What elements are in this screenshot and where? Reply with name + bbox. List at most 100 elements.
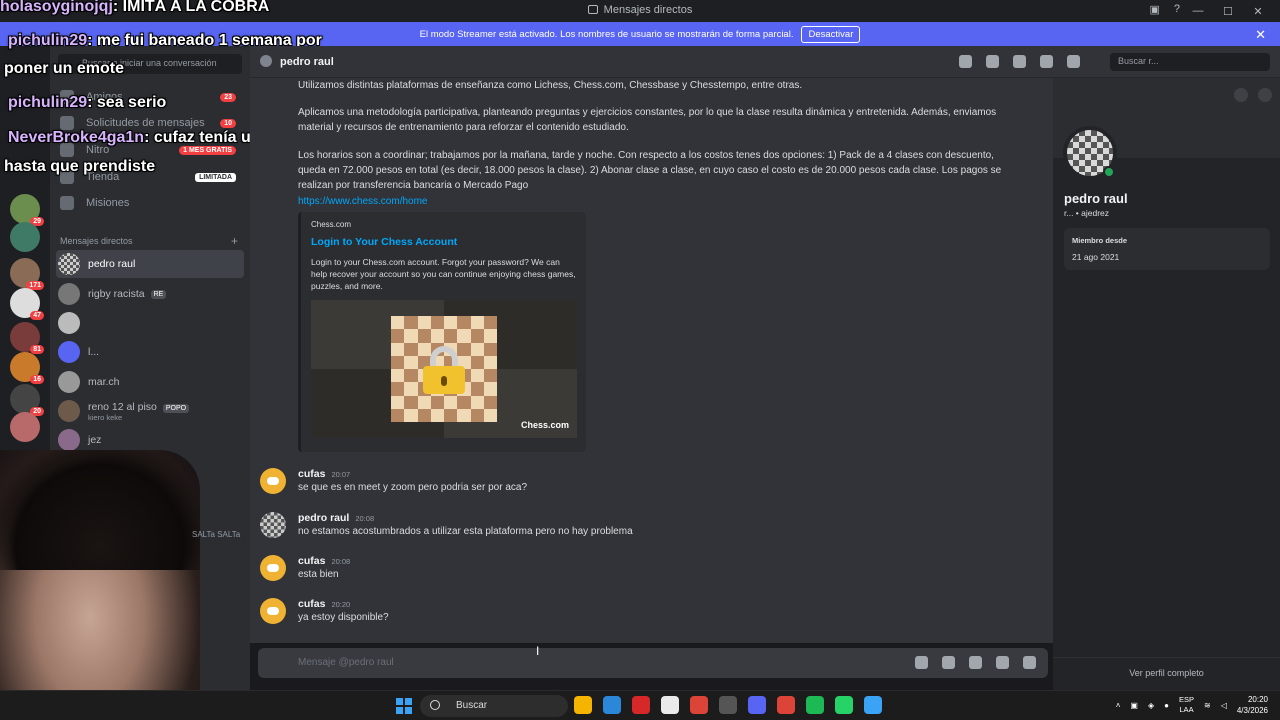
message-input-placeholder: Mensaje @pedro raul <box>298 657 394 668</box>
board-square <box>470 342 484 356</box>
avatar[interactable] <box>260 468 286 494</box>
stream-chat-line: holasoyginojqj: IMITÁ A LA COBRA <box>0 0 270 15</box>
wifi-icon[interactable]: ≋ <box>1204 701 1211 710</box>
close-icon[interactable]: ✕ <box>1255 27 1266 43</box>
tray-overflow-icon[interactable]: ˄ <box>1116 701 1121 710</box>
discord-icon[interactable] <box>748 696 766 714</box>
deactivate-button[interactable]: Desactivar <box>801 25 861 43</box>
copilot-icon[interactable] <box>603 696 621 714</box>
pin-icon[interactable] <box>1013 55 1026 68</box>
avatar <box>58 312 80 334</box>
avatar[interactable] <box>260 555 286 581</box>
dm-item[interactable] <box>56 309 244 337</box>
add-friends-icon[interactable] <box>1040 55 1053 68</box>
message-text: Aplicamos una metodología participativa,… <box>298 107 997 133</box>
message-link[interactable]: https://www.chess.com/home <box>298 196 428 207</box>
maximize-button[interactable]: ☐ <box>1216 2 1240 20</box>
tray-icon[interactable]: ◈ <box>1148 701 1154 710</box>
gif-icon[interactable] <box>942 656 955 669</box>
chat-search-input[interactable]: Buscar r... <box>1110 53 1270 71</box>
whatsapp-icon[interactable] <box>835 696 853 714</box>
add-dm-icon[interactable]: + <box>231 234 238 248</box>
gift-icon[interactable] <box>915 656 928 669</box>
notepad-icon[interactable] <box>864 696 882 714</box>
user-profile-icon[interactable] <box>1067 55 1080 68</box>
shop-tag: LIMITADA <box>195 172 236 182</box>
board-square <box>430 395 444 409</box>
app-icon[interactable] <box>632 696 650 714</box>
server-icon[interactable]: 20 <box>10 384 44 416</box>
embed-image[interactable]: Chess.com <box>311 300 577 438</box>
dm-item[interactable]: reno 12 al piso POPO kiero keke <box>56 397 244 425</box>
dm-item[interactable]: mar.ch <box>56 368 244 396</box>
spotify-icon[interactable] <box>806 696 824 714</box>
clock[interactable]: 20:20 4/3/2026 <box>1237 694 1268 716</box>
screen-share-icon[interactable]: ▣ <box>1149 3 1159 16</box>
store-icon[interactable] <box>661 696 679 714</box>
chrome-icon[interactable] <box>690 696 708 714</box>
message-text: Utilizamos distintas plataformas de ense… <box>298 80 803 91</box>
server-icon[interactable]: 16 <box>10 352 44 384</box>
server-icon[interactable]: 47 <box>10 288 44 320</box>
windows-start-icon[interactable] <box>396 698 412 714</box>
avatar <box>58 400 80 422</box>
chat-title: pedro raul <box>280 56 334 68</box>
board-square <box>444 395 458 409</box>
avatar <box>58 341 80 363</box>
sticker-icon[interactable] <box>969 656 982 669</box>
message-timestamp: 20:07 <box>331 470 351 479</box>
server-icon[interactable]: 171 <box>10 258 44 290</box>
message-text: ya estoy disponible? <box>298 612 389 623</box>
dm-item[interactable]: rigby racista RE <box>56 280 244 308</box>
close-window-button[interactable]: ✕ <box>1246 2 1270 20</box>
server-icon[interactable]: 29 <box>10 194 44 226</box>
board-square <box>391 395 405 409</box>
video-call-icon[interactable] <box>986 55 999 68</box>
minimize-button[interactable]: — <box>1186 2 1210 20</box>
message-author[interactable]: pedro raul <box>298 512 349 524</box>
server-icon[interactable] <box>10 222 40 252</box>
chrome-icon[interactable] <box>777 696 795 714</box>
dm-item[interactable]: pedro raul <box>56 250 244 278</box>
file-explorer-icon[interactable] <box>574 696 592 714</box>
app-icon[interactable] <box>719 696 737 714</box>
avatar[interactable] <box>260 598 286 624</box>
board-square <box>457 329 471 343</box>
message-author[interactable]: cufas <box>298 555 325 567</box>
board-square <box>404 342 418 356</box>
server-icon[interactable] <box>10 412 40 442</box>
emoji-icon[interactable] <box>996 656 1009 669</box>
more-options-icon[interactable] <box>1258 88 1272 102</box>
board-square <box>483 408 497 422</box>
board-square <box>404 316 418 330</box>
inbox-icon <box>587 5 598 14</box>
message-input[interactable]: Mensaje @pedro raul <box>258 648 1048 678</box>
message-author[interactable]: cufas <box>298 468 325 480</box>
board-square <box>444 329 458 343</box>
profile-tag: r... • ajedrez <box>1064 208 1110 218</box>
microphone-icon[interactable]: ● <box>1164 701 1169 710</box>
dm-item[interactable]: l... <box>56 338 244 366</box>
tray-icon[interactable]: ▣ <box>1130 701 1138 710</box>
voice-call-icon[interactable] <box>959 55 972 68</box>
avatar[interactable] <box>260 512 286 538</box>
language-indicator[interactable]: ESP LAA <box>1179 695 1194 715</box>
board-square <box>444 316 458 330</box>
volume-icon[interactable]: ◁ <box>1221 701 1227 710</box>
taskbar-search[interactable]: Buscar <box>420 695 568 717</box>
embed-title[interactable]: Login to Your Chess Account <box>311 236 457 248</box>
apps-icon[interactable] <box>1023 656 1036 669</box>
board-square <box>391 355 405 369</box>
server-icon[interactable]: 81 <box>10 322 44 354</box>
message-author[interactable]: cufas <box>298 598 325 610</box>
chesscom-logo: Chess.com <box>520 420 569 430</box>
chat-header: pedro raul Buscar r... <box>250 46 1280 78</box>
stream-chat-line: hasta que prendiste <box>4 158 156 175</box>
view-full-profile-button[interactable]: Ver perfil completo <box>1053 657 1280 678</box>
text-cursor-icon: I <box>536 644 540 658</box>
online-status-icon <box>1103 166 1115 178</box>
board-square <box>430 329 444 343</box>
sidebar-item-quests[interactable]: Misiones <box>56 190 244 216</box>
help-icon[interactable]: ? <box>1174 3 1180 16</box>
add-friend-icon[interactable] <box>1234 88 1248 102</box>
